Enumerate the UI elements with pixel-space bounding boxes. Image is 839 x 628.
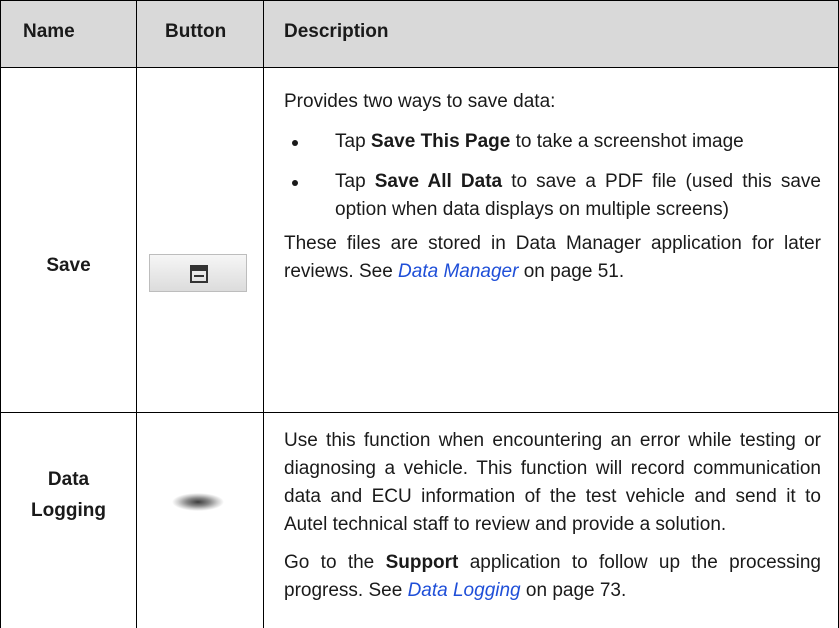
support-label: Support: [385, 552, 459, 573]
button-description-table: Name Button Description Save Provides tw…: [0, 0, 839, 628]
table-header-row: Name Button Description: [0, 0, 839, 67]
save-button[interactable]: [149, 254, 247, 292]
bullet-dot: [292, 140, 298, 146]
floppy-disk-icon: [190, 265, 208, 283]
row-data-logging-description: Use this function when encountering an e…: [284, 427, 821, 605]
bullet-dot: [292, 180, 298, 186]
row-save-description: Provides two ways to save data: Tap Save…: [284, 88, 821, 286]
table-border-header: [0, 67, 839, 68]
header-button: Button: [165, 21, 227, 42]
row-data-logging-button-cell: [137, 484, 263, 524]
save-outro: These files are stored in Data Manager a…: [284, 233, 821, 282]
table-border-row: [0, 412, 839, 413]
data-logging-para-2: Go to the Support application to follow …: [284, 552, 821, 601]
data-logging-button[interactable]: [149, 484, 247, 520]
header-description: Description: [284, 21, 389, 42]
row-save-button-cell: [137, 254, 263, 294]
save-bullet-2: Tap Save All Data to save a PDF file (us…: [284, 168, 821, 224]
save-this-page-label: Save This Page: [370, 131, 511, 152]
table-border-left: [0, 0, 1, 628]
row-save-name: Save: [1, 252, 136, 279]
save-bullet-1: Tap Save This Page to take a screenshot …: [284, 128, 821, 156]
header-name: Name: [23, 21, 75, 42]
save-intro: Provides two ways to save data:: [284, 91, 556, 112]
data-manager-link[interactable]: Data Manager: [398, 261, 518, 282]
table-border-col2: [263, 0, 264, 628]
table-border-top: [0, 0, 839, 1]
data-logging-para-1: Use this function when encountering an e…: [284, 430, 821, 535]
row-save-name-text: Save: [46, 255, 91, 276]
save-all-data-label: Save All Data: [374, 171, 503, 192]
row-data-logging-name: Data Logging: [31, 469, 106, 521]
table-border-col1: [136, 0, 137, 628]
data-logging-link[interactable]: Data Logging: [408, 580, 521, 601]
